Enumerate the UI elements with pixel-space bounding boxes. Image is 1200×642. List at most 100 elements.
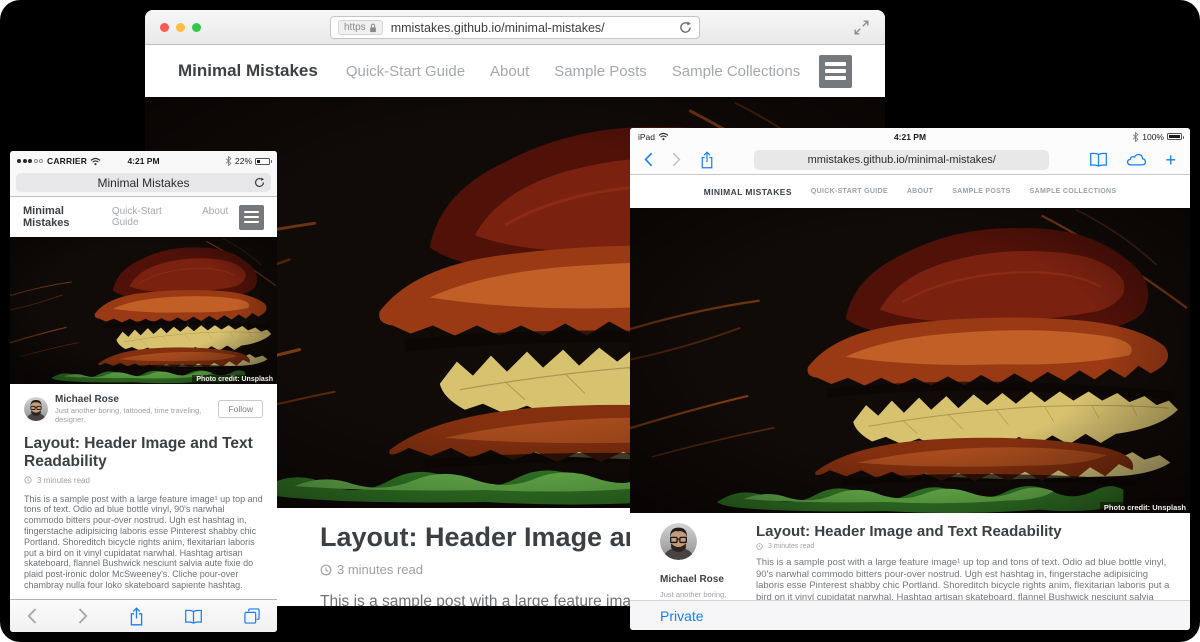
battery-percent: 100% <box>1142 132 1164 142</box>
private-browsing-bar: Private <box>630 600 1190 630</box>
post-meta: 3 minutes read <box>24 476 263 485</box>
share-button[interactable] <box>129 607 144 626</box>
iphone-safari-toolbar <box>10 599 277 632</box>
author-bio: Just another boring, tattooed, time trav… <box>55 406 218 424</box>
author-card: Michael Rose Just another boring, tattoo… <box>24 394 263 424</box>
author-sidebar: Michael Rose Just another boring, tattoo… <box>660 523 756 600</box>
clock-icon <box>756 543 763 550</box>
toolbar-left <box>644 151 714 169</box>
nav-link-sample-posts[interactable]: Sample Posts <box>554 63 647 80</box>
address-bar[interactable]: https mmistakes.github.io/minimal-mistak… <box>330 16 700 39</box>
back-button[interactable] <box>644 152 653 167</box>
bluetooth-icon <box>1132 132 1139 142</box>
ipad-safari-toolbar: mmistakes.github.io/minimal-mistakes/ + <box>630 145 1190 175</box>
leaves-photo <box>10 237 277 384</box>
clock-icon <box>320 564 332 576</box>
post-main: Layout: Header Image and Text Readabilit… <box>756 523 1170 600</box>
bookmarks-button[interactable] <box>1089 152 1108 167</box>
desktop-browser-chrome: https mmistakes.github.io/minimal-mistak… <box>145 10 885 45</box>
lock-icon <box>369 23 377 33</box>
https-badge: https <box>338 20 383 35</box>
iphone-url-text: Minimal Mistakes <box>97 176 189 190</box>
window-zoom-button[interactable] <box>192 23 201 32</box>
battery-percent: 22% <box>235 156 252 166</box>
site-brand-link[interactable]: Minimal Mistakes <box>23 205 112 229</box>
read-time: 3 minutes read <box>37 476 90 485</box>
window-minimize-button[interactable] <box>176 23 185 32</box>
https-label: https <box>344 22 366 33</box>
post-title: Layout: Header Image and Text Readabilit… <box>24 435 263 471</box>
desktop-site-nav: Minimal Mistakes Quick-Start Guide About… <box>145 45 885 97</box>
author-name: Michael Rose <box>55 394 218 405</box>
iphone-status-bar: CARRIER 4:21 PM 22% <box>10 151 277 171</box>
nav-links: Quick-Start Guide About Sample Posts Sam… <box>346 63 800 80</box>
header-image: Photo credit: Unsplash <box>630 208 1190 513</box>
avatar <box>660 523 697 560</box>
post-meta: 3 minutes read <box>756 543 1170 550</box>
ipad-url-text: mmistakes.github.io/minimal-mistakes/ <box>808 154 996 166</box>
site-brand-link[interactable]: Minimal Mistakes <box>178 61 318 81</box>
url-text: mmistakes.github.io/minimal-mistakes/ <box>391 21 605 35</box>
nav-link-quick-start-guide[interactable]: Quick-Start Guide <box>346 63 465 80</box>
fullscreen-icon[interactable] <box>854 20 869 35</box>
private-button[interactable]: Private <box>660 608 704 624</box>
status-right: 100% <box>1132 132 1182 142</box>
read-time: 3 minutes read <box>768 543 814 550</box>
post-body: This is a sample post with a large featu… <box>756 557 1170 600</box>
battery-icon <box>255 158 270 165</box>
iphone-site-nav: Minimal Mistakes Quick-Start Guide About <box>10 197 277 237</box>
icloud-tabs-icon[interactable] <box>1126 153 1147 166</box>
ipad-post-content: Michael Rose Just another boring, tattoo… <box>630 513 1190 600</box>
site-brand-link[interactable]: MINIMAL MISTAKES <box>704 187 792 197</box>
ipad-address-field[interactable]: mmistakes.github.io/minimal-mistakes/ <box>754 150 1049 170</box>
reload-button[interactable] <box>254 177 265 188</box>
window-close-button[interactable] <box>160 23 169 32</box>
nav-link-about[interactable]: About <box>490 63 529 80</box>
tabs-button[interactable] <box>244 608 260 624</box>
post-title: Layout: Header Image and Text Readabilit… <box>756 523 1170 540</box>
nav-link-sample-collections[interactable]: Sample Collections <box>672 63 800 80</box>
mockup-canvas: https mmistakes.github.io/minimal-mistak… <box>0 0 1200 642</box>
iphone-post-content: Michael Rose Just another boring, tattoo… <box>10 384 277 599</box>
author-bio: Just another boring, tattooed, <box>660 590 756 600</box>
photo-credit: Photo credit: Unsplash <box>192 375 277 384</box>
nav-links: Quick-Start Guide About <box>112 206 228 228</box>
author-info: Michael Rose Just another boring, tattoo… <box>55 394 218 424</box>
forward-button[interactable] <box>672 152 681 167</box>
forward-button[interactable] <box>78 608 88 624</box>
status-time: 4:21 PM <box>630 132 1190 142</box>
nav-link-about[interactable]: About <box>202 206 228 228</box>
new-tab-button[interactable]: + <box>1165 151 1176 169</box>
leaves-photo <box>630 208 1190 513</box>
nav-link-sample-posts[interactable]: SAMPLE POSTS <box>952 188 1010 195</box>
avatar <box>24 397 48 421</box>
window-controls <box>160 23 201 32</box>
bluetooth-icon <box>225 156 232 166</box>
ipad-status-bar: iPad 4:21 PM 100% <box>630 128 1190 145</box>
nav-link-quick-start-guide[interactable]: QUICK-START GUIDE <box>811 188 888 195</box>
read-time: 3 minutes read <box>337 562 423 577</box>
post-body-p1: This is a sample post with a large featu… <box>24 494 263 591</box>
hamburger-menu-button[interactable] <box>819 55 852 88</box>
nav-link-about[interactable]: ABOUT <box>907 188 933 195</box>
clock-icon <box>24 476 32 484</box>
nav-link-quick-start-guide[interactable]: Quick-Start Guide <box>112 206 189 228</box>
battery-icon <box>1167 133 1182 140</box>
iphone-url-bar: Minimal Mistakes <box>10 171 277 197</box>
header-image: Photo credit: Unsplash <box>10 237 277 384</box>
reload-button[interactable] <box>679 21 692 34</box>
follow-button[interactable]: Follow <box>218 400 263 418</box>
status-right: 22% <box>225 156 270 166</box>
nav-link-sample-collections[interactable]: SAMPLE COLLECTIONS <box>1030 188 1117 195</box>
photo-credit: Photo credit: Unsplash <box>1100 502 1190 513</box>
author-name: Michael Rose <box>660 574 756 585</box>
iphone-safari: CARRIER 4:21 PM 22% Minimal Mistakes Min… <box>10 151 277 632</box>
ipad-site-nav: MINIMAL MISTAKES QUICK-START GUIDE ABOUT… <box>630 175 1190 208</box>
share-button[interactable] <box>700 151 714 169</box>
hamburger-menu-button[interactable] <box>239 205 264 230</box>
bookmarks-button[interactable] <box>184 609 203 624</box>
ipad-safari: iPad 4:21 PM 100% mmistakes.github.io/mi… <box>630 128 1190 630</box>
back-button[interactable] <box>27 608 37 624</box>
toolbar-right: + <box>1089 151 1176 169</box>
iphone-address-field[interactable]: Minimal Mistakes <box>16 173 271 192</box>
